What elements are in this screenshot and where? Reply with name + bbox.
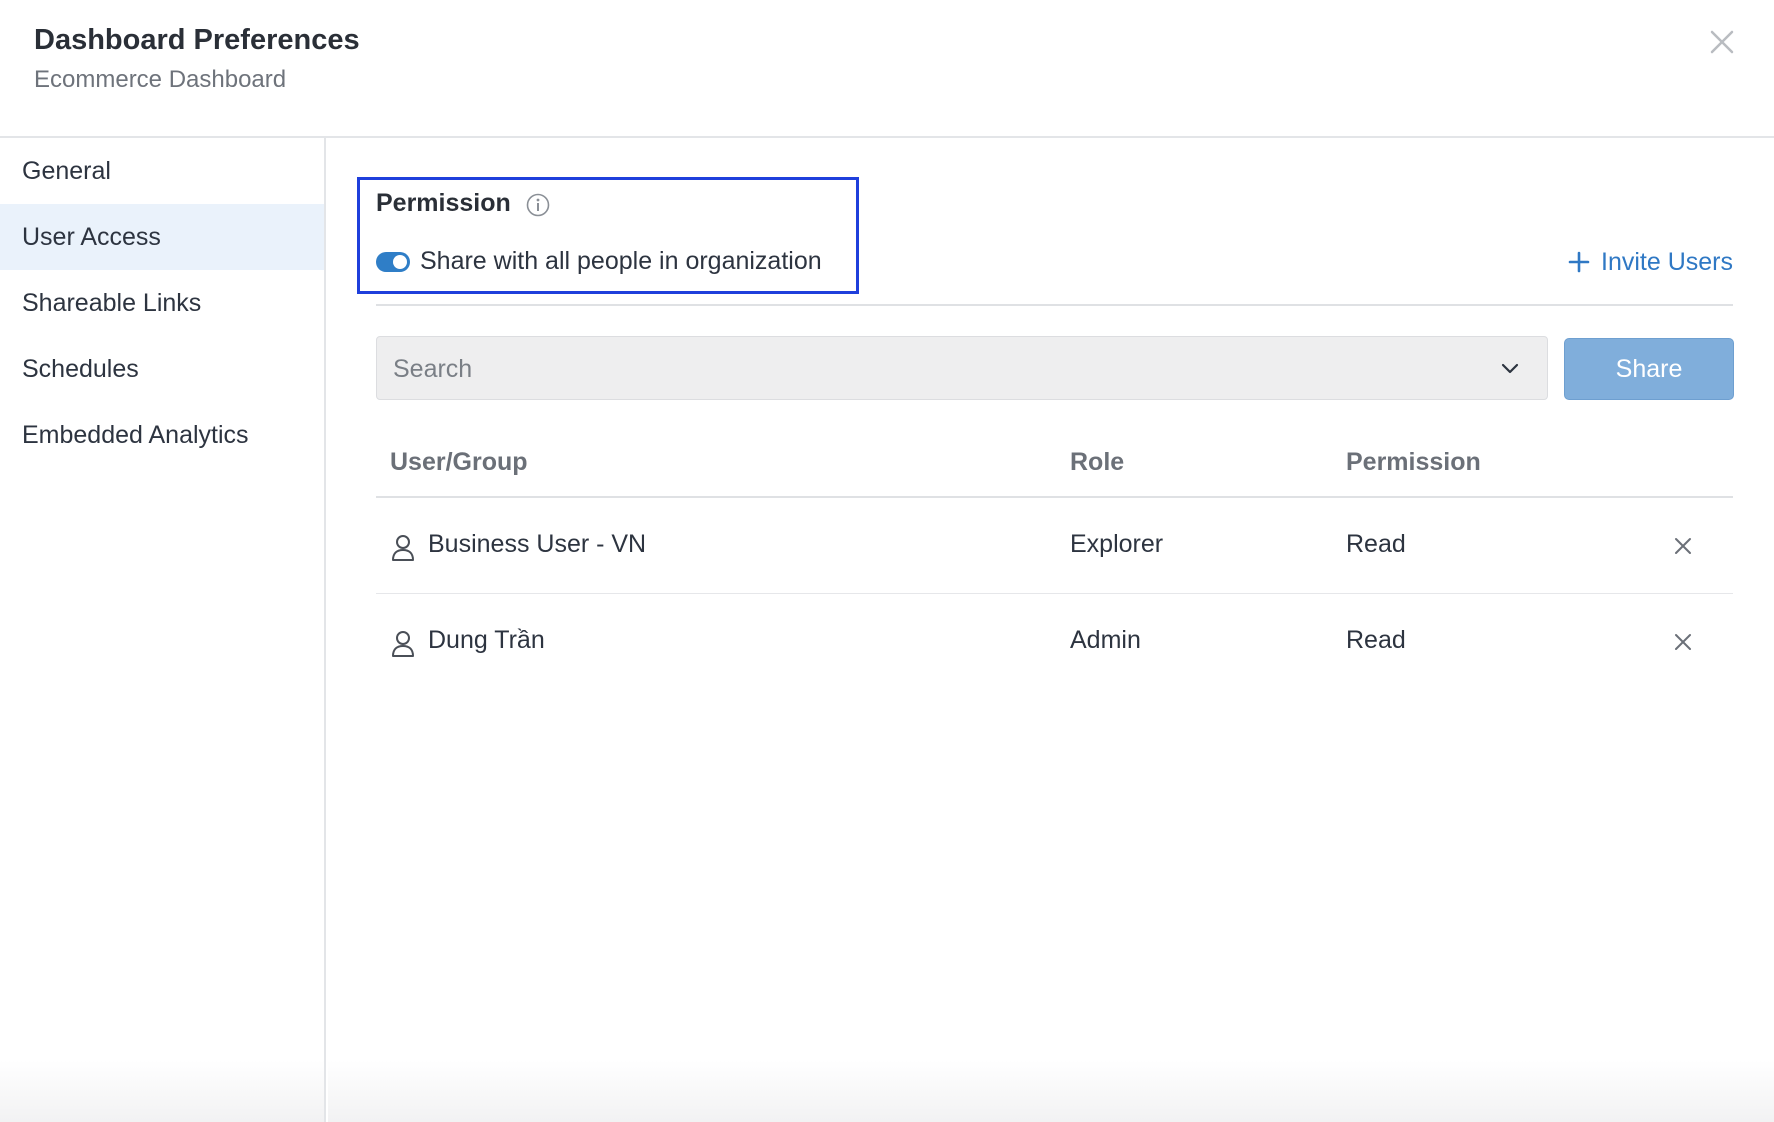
share-all-label: Share with all people in organization xyxy=(420,247,822,275)
sidebar-item-user-access[interactable]: User Access xyxy=(0,204,324,270)
dialog-subtitle: Ecommerce Dashboard xyxy=(34,66,287,93)
user-role: Explorer xyxy=(1070,530,1164,558)
remove-icon[interactable] xyxy=(1673,536,1693,556)
invite-users-label: Invite Users xyxy=(1601,247,1733,276)
user-role: Admin xyxy=(1070,626,1141,654)
sidebar-item-label: Embedded Analytics xyxy=(22,421,249,449)
sidebar-item-shareable-links[interactable]: Shareable Links xyxy=(0,270,324,336)
sidebar-nav: General User Access Shareable Links Sche… xyxy=(0,138,326,1122)
user-permission[interactable]: Read xyxy=(1346,626,1406,655)
remove-icon[interactable] xyxy=(1673,632,1693,652)
sidebar-item-label: Shareable Links xyxy=(22,289,202,317)
search-dropdown[interactable] xyxy=(376,336,1548,401)
sidebar-bottom-fade xyxy=(0,1060,324,1122)
user-group-name: Dung Trần xyxy=(428,626,545,654)
share-all-toggle[interactable] xyxy=(376,252,410,272)
user-permission[interactable]: Read xyxy=(1346,530,1406,559)
toggle-knob xyxy=(393,255,407,269)
section-divider xyxy=(376,304,1733,306)
table-row: Dung Trần Admin Read xyxy=(376,594,1733,690)
column-header-role: Role xyxy=(1070,448,1125,476)
share-button[interactable]: Share xyxy=(1564,338,1734,400)
sidebar-item-label: User Access xyxy=(22,223,161,251)
main-bottom-fade xyxy=(328,1060,1774,1122)
info-icon[interactable] xyxy=(525,192,551,218)
sidebar-item-embedded-analytics[interactable]: Embedded Analytics xyxy=(0,402,324,468)
sidebar-item-label: General xyxy=(22,157,111,185)
dialog-title: Dashboard Preferences xyxy=(34,24,360,56)
close-icon[interactable] xyxy=(1700,20,1744,64)
table-row: Business User - VN Explorer Read xyxy=(376,498,1733,594)
user-icon xyxy=(392,535,414,561)
sidebar-item-general[interactable]: General xyxy=(0,138,324,204)
column-header-permission: Permission xyxy=(1346,448,1481,476)
plus-icon xyxy=(1568,251,1590,273)
sidebar-item-label: Schedules xyxy=(22,355,139,383)
user-icon xyxy=(392,631,414,657)
permission-title: Permission xyxy=(376,189,511,217)
chevron-down-icon[interactable] xyxy=(1499,357,1521,379)
search-input[interactable] xyxy=(391,337,1475,401)
user-group-name: Business User - VN xyxy=(428,530,647,558)
sidebar-item-schedules[interactable]: Schedules xyxy=(0,336,324,402)
dialog-header: Dashboard Preferences Ecommerce Dashboar… xyxy=(0,0,1774,138)
column-header-user-group: User/Group xyxy=(390,448,528,476)
invite-users-button[interactable]: Invite Users xyxy=(1567,245,1733,279)
